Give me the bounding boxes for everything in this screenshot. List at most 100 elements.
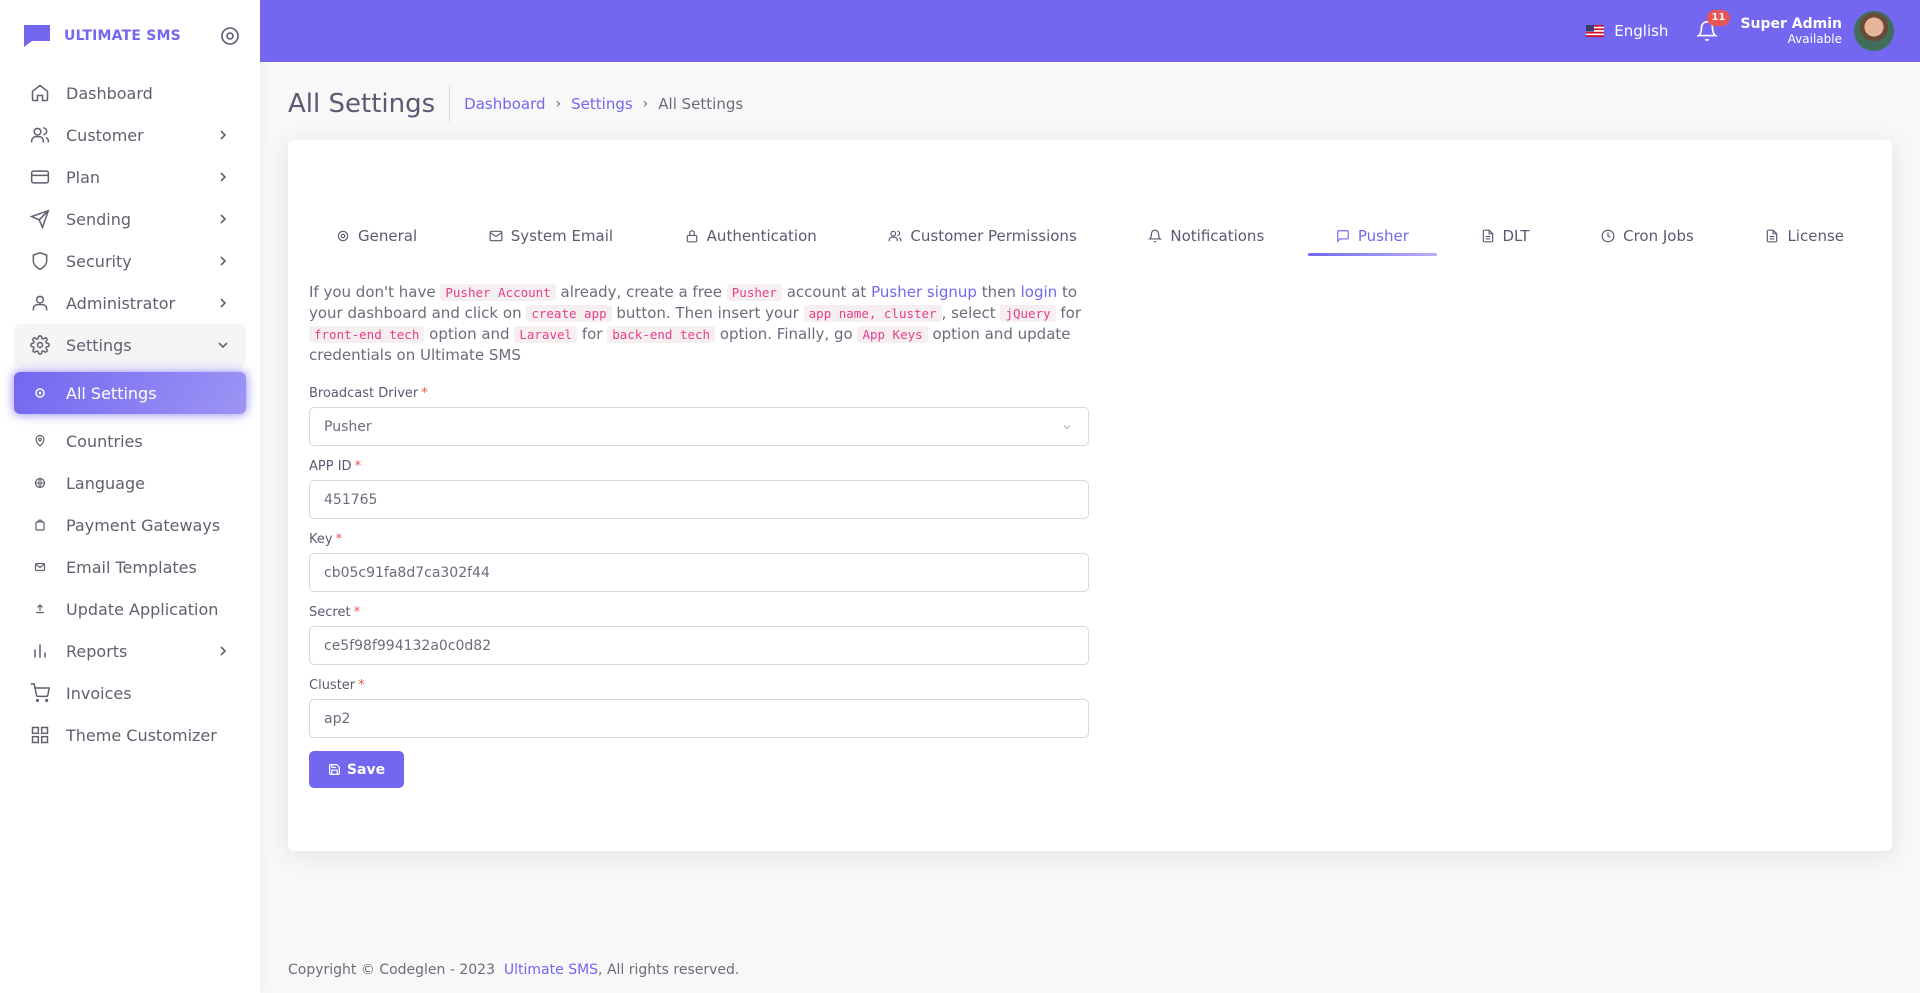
instruction-code: App Keys: [857, 326, 928, 343]
sidebar-subitem-all-settings[interactable]: All Settings: [14, 372, 246, 414]
sidebar-item-label: Dashboard: [66, 83, 153, 103]
chevron-right-icon: [220, 256, 227, 266]
user-name: Super Admin: [1740, 16, 1842, 32]
required-mark: *: [354, 459, 362, 474]
required-mark: *: [335, 532, 343, 547]
sidebar-subitem-email-templates[interactable]: Email Templates: [14, 546, 246, 588]
sidebar-item-reports[interactable]: Reports: [14, 630, 246, 672]
key-input[interactable]: cb05c91fa8d7ca302f44: [309, 553, 1089, 592]
notification-count-badge: 11: [1706, 10, 1731, 26]
brand-name: ULTIMATE SMS: [64, 28, 181, 44]
input-value: 451765: [324, 491, 378, 508]
instruction-text: then: [981, 283, 1016, 301]
circle-icon: [30, 383, 50, 403]
sidebar-subitem-language[interactable]: Language: [14, 462, 246, 504]
instruction-text: , select: [941, 304, 996, 322]
label-text: Secret: [309, 605, 351, 620]
instruction-code: jQuery: [1000, 305, 1056, 322]
tab-label: DLT: [1502, 227, 1530, 245]
sidebar-item-administrator[interactable]: Administrator: [14, 282, 246, 324]
us-flag-icon: [1586, 25, 1605, 37]
instruction-text: for: [1060, 304, 1082, 322]
input-value: ce5f98f994132a0c0d82: [324, 637, 492, 654]
instruction-text: account at: [786, 283, 867, 301]
cluster-input[interactable]: ap2: [309, 699, 1089, 738]
tab-notifications[interactable]: Notifications: [1120, 218, 1292, 254]
sidebar-subitem-label: Language: [66, 473, 145, 493]
sidebar-item-plan[interactable]: Plan: [14, 156, 246, 198]
tab-pusher[interactable]: Pusher: [1307, 218, 1437, 256]
tab-label: Notifications: [1170, 227, 1265, 245]
pusher-login-link[interactable]: login: [1021, 283, 1058, 301]
mail-icon: [489, 229, 503, 243]
broadcast-driver-label: Broadcast Driver *: [309, 386, 1089, 401]
page-title: All Settings: [288, 86, 451, 122]
broadcast-driver-select[interactable]: Pusher: [309, 407, 1089, 446]
users-icon: [30, 125, 50, 145]
sidebar-subitem-countries[interactable]: Countries: [14, 420, 246, 462]
tab-general[interactable]: General: [308, 218, 445, 254]
sidebar-item-label: Administrator: [66, 293, 176, 313]
secret-input[interactable]: ce5f98f994132a0c0d82: [309, 626, 1089, 665]
sidebar-item-label: Invoices: [66, 683, 132, 703]
cluster-group: Cluster * ap2: [309, 678, 1089, 738]
sidebar-item-label: Settings: [66, 335, 132, 355]
pusher-form: If you don't have Pusher Account already…: [309, 282, 1089, 788]
shopping-bag-icon: [30, 515, 50, 535]
tab-system-email[interactable]: System Email: [461, 218, 641, 254]
select-value: Pusher: [324, 418, 372, 435]
pusher-signup-link[interactable]: Pusher signup: [871, 283, 977, 301]
app-id-input[interactable]: 451765: [309, 480, 1089, 519]
map-pin-icon: [30, 431, 50, 451]
instruction-text: option and: [429, 325, 510, 343]
sidebar-item-settings[interactable]: Settings: [14, 324, 246, 366]
chevron-down-icon: [1063, 425, 1071, 430]
sidebar-item-sending[interactable]: Sending: [14, 198, 246, 240]
sidebar-item-label: Reports: [66, 641, 128, 661]
notifications-button[interactable]: 11: [1696, 10, 1731, 42]
sidebar-item-security[interactable]: Security: [14, 240, 246, 282]
language-dropdown[interactable]: English: [1586, 22, 1668, 40]
lock-icon: [685, 229, 699, 243]
tab-license[interactable]: License: [1737, 218, 1872, 254]
tab-label: Authentication: [706, 227, 817, 245]
breadcrumb-dashboard[interactable]: Dashboard: [464, 95, 545, 113]
sidebar-subitem-update-application[interactable]: Update Application: [14, 588, 246, 630]
chevron-right-icon: [220, 130, 227, 140]
send-icon: [30, 209, 50, 229]
breadcrumb-settings[interactable]: Settings: [571, 95, 633, 113]
top-navbar: English 11 Super Admin Available: [260, 0, 1920, 62]
sidebar-item-label: Sending: [66, 209, 132, 229]
file-icon: [1765, 229, 1779, 243]
tab-label: License: [1787, 227, 1844, 245]
brand[interactable]: ULTIMATE SMS: [0, 0, 260, 72]
footer-brand-link[interactable]: Ultimate SMS: [504, 962, 598, 978]
instruction-text: for: [581, 325, 603, 343]
label-text: Broadcast Driver: [309, 386, 419, 401]
chevron-right-icon: ›: [555, 96, 562, 112]
broadcast-driver-group: Broadcast Driver * Pusher: [309, 386, 1089, 446]
tab-customer-permissions[interactable]: Customer Permissions: [860, 218, 1104, 254]
sidebar-item-dashboard[interactable]: Dashboard: [14, 72, 246, 114]
sidebar-item-theme-customizer[interactable]: Theme Customizer: [14, 714, 246, 756]
avatar[interactable]: [1854, 11, 1894, 51]
user-info[interactable]: Super Admin Available: [1740, 16, 1842, 46]
required-mark: *: [421, 386, 428, 401]
tab-dlt[interactable]: DLT: [1453, 218, 1558, 254]
sidebar-toggle-icon[interactable]: [220, 26, 240, 46]
instruction-text: already, create a free: [560, 283, 722, 301]
label-text: Cluster: [309, 678, 356, 693]
clock-icon: [1601, 229, 1615, 243]
chevron-down-icon: [218, 342, 228, 349]
pusher-instructions: If you don't have Pusher Account already…: [309, 282, 1089, 366]
sidebar-subitem-payment-gateways[interactable]: Payment Gateways: [14, 504, 246, 546]
tab-authentication[interactable]: Authentication: [657, 218, 845, 254]
input-value: ap2: [324, 710, 351, 727]
tab-cron-jobs[interactable]: Cron Jobs: [1573, 218, 1722, 254]
instruction-text: If you don't have: [309, 283, 436, 301]
save-button[interactable]: Save: [309, 751, 404, 788]
chevron-right-icon: [220, 172, 227, 182]
instruction-text: option. Finally, go: [719, 325, 853, 343]
sidebar-item-customer[interactable]: Customer: [14, 114, 246, 156]
sidebar-item-invoices[interactable]: Invoices: [14, 672, 246, 714]
